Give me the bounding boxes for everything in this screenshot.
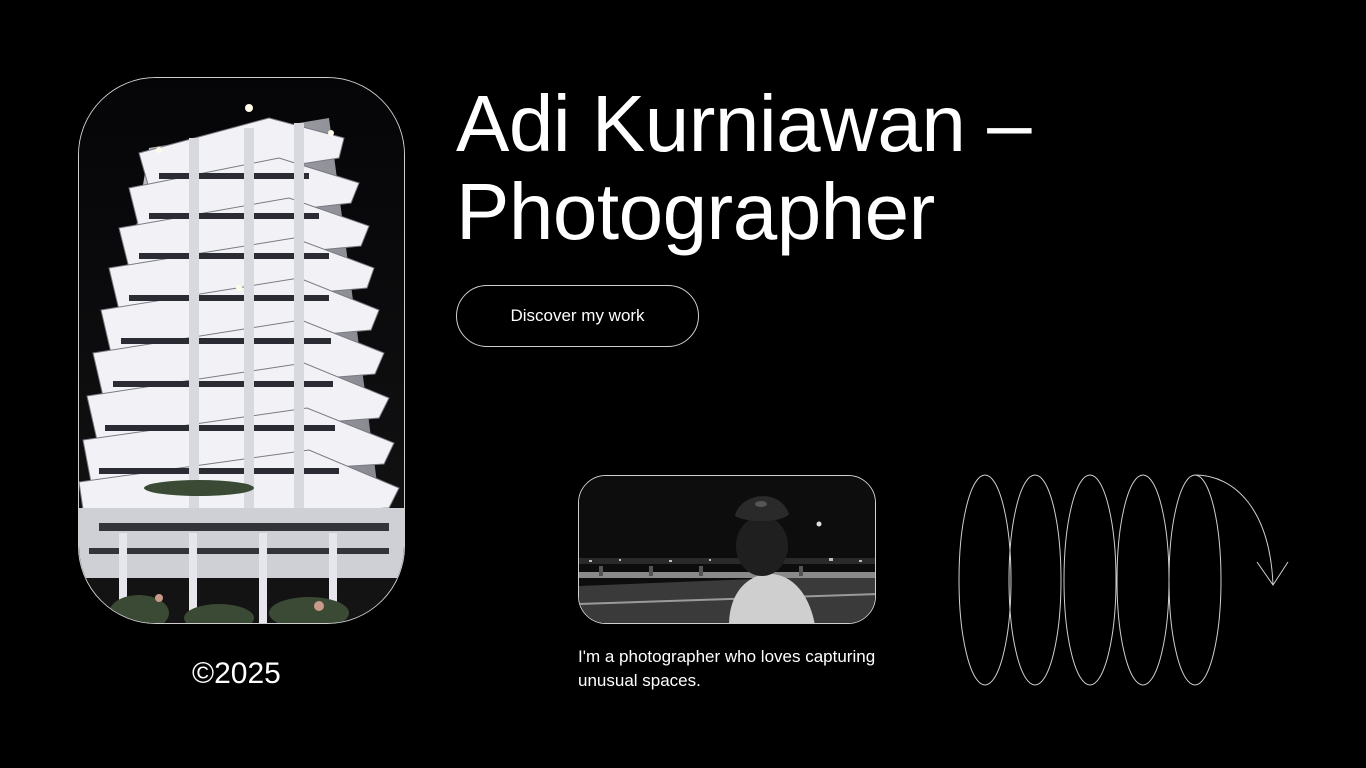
bio-text: I'm a photographer who loves capturing u… <box>578 647 876 690</box>
discover-work-button[interactable]: Discover my work <box>456 285 699 347</box>
spiral-arrow-icon <box>958 474 1289 686</box>
building-photo <box>78 77 405 624</box>
portrait-photo <box>578 475 876 624</box>
page-title-line2: Photographer <box>456 167 935 256</box>
page-title: Adi Kurniawan – Photographer <box>456 79 1032 256</box>
page-title-line1: Adi Kurniawan – <box>456 79 1032 168</box>
copyright-text: ©2025 <box>192 657 281 690</box>
